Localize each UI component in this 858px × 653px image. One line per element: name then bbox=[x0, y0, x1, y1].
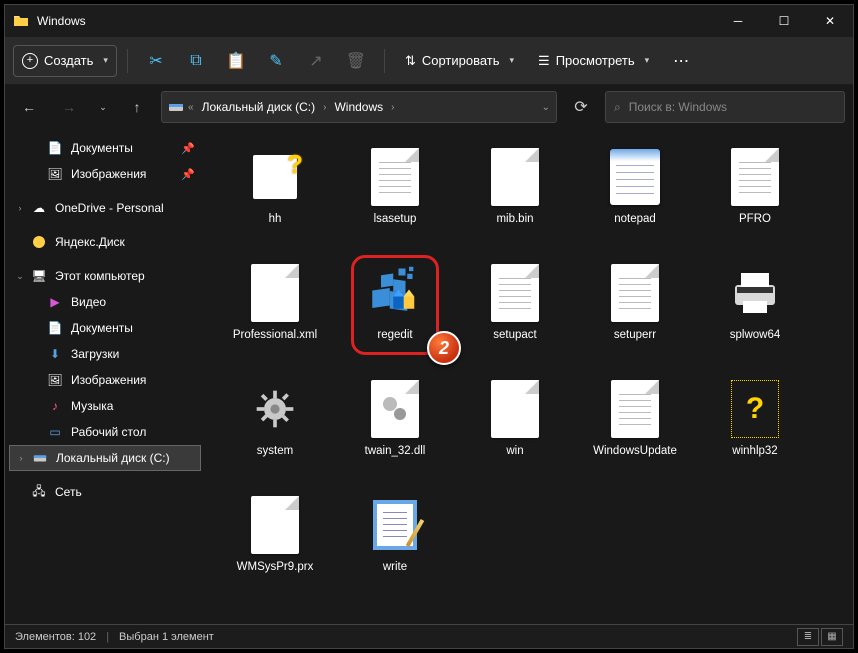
file-item-splwow64[interactable]: splwow64 bbox=[695, 255, 815, 371]
sidebar-yandexdisk[interactable]: Яндекс.Диск bbox=[5, 229, 205, 255]
search-icon: ⌕ bbox=[614, 100, 621, 115]
icons-view-button[interactable]: ▦ bbox=[821, 628, 843, 646]
rename-button[interactable]: ✎ bbox=[258, 45, 294, 77]
sidebar-thispc[interactable]: ⌄🖥Этот компьютер bbox=[5, 263, 205, 289]
selection-count: Выбран 1 элемент bbox=[119, 631, 214, 643]
path-dropdown[interactable]: ⌄ bbox=[542, 102, 550, 113]
gear-icon bbox=[253, 387, 297, 431]
file-icon bbox=[611, 264, 659, 322]
titlebar: Windows ─ ☐ ✕ bbox=[5, 5, 853, 37]
view-icon: ☰ bbox=[538, 53, 550, 69]
minimize-button[interactable]: ─ bbox=[715, 5, 761, 37]
folder-icon bbox=[13, 13, 29, 29]
printer-icon bbox=[729, 271, 781, 315]
copy-button[interactable]: ⧉ bbox=[178, 45, 214, 77]
sidebar-music[interactable]: ♪Музыка bbox=[5, 393, 205, 419]
file-item-mibbin[interactable]: mib.bin bbox=[455, 139, 575, 255]
sidebar-pictures2[interactable]: 🖼Изображения bbox=[5, 367, 205, 393]
up-button[interactable]: ↑ bbox=[121, 91, 153, 123]
status-bar: Элементов: 102 | Выбран 1 элемент ≣ ▦ bbox=[5, 624, 853, 648]
file-item-setuperr[interactable]: setuperr bbox=[575, 255, 695, 371]
sidebar-cdrive[interactable]: ›Локальный диск (C:) bbox=[9, 445, 201, 471]
file-icon bbox=[611, 380, 659, 438]
file-icon bbox=[371, 148, 419, 206]
file-item-wmsyspr9[interactable]: WMSysPr9.prx bbox=[215, 487, 335, 603]
more-button[interactable]: ⋯ bbox=[663, 45, 699, 77]
refresh-button[interactable]: ⟳ bbox=[565, 91, 597, 123]
dll-icon bbox=[371, 380, 419, 438]
sidebar-network[interactable]: 🖧Сеть bbox=[5, 479, 205, 505]
plus-icon: + bbox=[22, 53, 38, 69]
toolbar: + Создать ▾ ✂ ⧉ 📋 ✎ ↗ 🗑 ⇅ Сортировать ▾ … bbox=[5, 37, 853, 85]
file-item-setupact[interactable]: setupact bbox=[455, 255, 575, 371]
file-icon bbox=[491, 264, 539, 322]
cut-button[interactable]: ✂ bbox=[138, 45, 174, 77]
paste-button[interactable]: 📋 bbox=[218, 45, 254, 77]
file-item-hh[interactable]: ?hh bbox=[215, 139, 335, 255]
file-item-pfro[interactable]: PFRO bbox=[695, 139, 815, 255]
chevron-down-icon: ▾ bbox=[510, 55, 515, 66]
search-placeholder: Поиск в: Windows bbox=[629, 100, 727, 114]
sidebar-pictures[interactable]: 🖼Изображения📌 bbox=[5, 161, 205, 187]
item-count: Элементов: 102 bbox=[15, 631, 96, 643]
window-title: Windows bbox=[37, 14, 715, 28]
pin-icon: 📌 bbox=[181, 168, 195, 181]
recent-button[interactable]: ⌄ bbox=[93, 91, 113, 123]
forward-button[interactable]: → bbox=[53, 91, 85, 123]
sidebar-video[interactable]: ▶Видео bbox=[5, 289, 205, 315]
sort-icon: ⇅ bbox=[405, 53, 416, 69]
chevron-down-icon: ▾ bbox=[103, 55, 108, 66]
file-item-winhlp32[interactable]: ?winhlp32 bbox=[695, 371, 815, 487]
file-icon bbox=[491, 148, 539, 206]
sort-button[interactable]: ⇅ Сортировать ▾ bbox=[395, 45, 524, 77]
file-icon bbox=[731, 148, 779, 206]
help-file-icon: ? bbox=[253, 155, 297, 199]
drive-icon bbox=[168, 99, 184, 115]
sidebar-downloads[interactable]: ⬇Загрузки bbox=[5, 341, 205, 367]
winhlp-icon: ? bbox=[731, 380, 779, 438]
delete-button[interactable]: 🗑 bbox=[338, 45, 374, 77]
file-item-twain32[interactable]: twain_32.dll bbox=[335, 371, 455, 487]
file-item-write[interactable]: write bbox=[335, 487, 455, 603]
pin-icon: 📌 bbox=[181, 142, 195, 155]
file-icon bbox=[491, 380, 539, 438]
file-item-professionalxml[interactable]: Professional.xml bbox=[215, 255, 335, 371]
close-button[interactable]: ✕ bbox=[807, 5, 853, 37]
highlight-box bbox=[351, 255, 439, 355]
file-item-windowsupdate[interactable]: WindowsUpdate bbox=[575, 371, 695, 487]
share-button[interactable]: ↗ bbox=[298, 45, 334, 77]
path-seg-cdrive[interactable]: Локальный диск (C:) bbox=[198, 98, 320, 116]
sidebar-documents[interactable]: 📄Документы📌 bbox=[5, 135, 205, 161]
explorer-window: Windows ─ ☐ ✕ + Создать ▾ ✂ ⧉ 📋 ✎ ↗ 🗑 ⇅ … bbox=[4, 4, 854, 649]
path-seg-windows[interactable]: Windows bbox=[330, 98, 387, 116]
file-item-system[interactable]: system bbox=[215, 371, 335, 487]
chevron-down-icon: ▾ bbox=[645, 55, 650, 66]
path-box[interactable]: « Локальный диск (C:) › Windows › ⌄ bbox=[161, 91, 557, 123]
new-label: Создать bbox=[44, 53, 93, 68]
sidebar-documents2[interactable]: 📄Документы bbox=[5, 315, 205, 341]
nav-sidebar: 📄Документы📌 🖼Изображения📌 ›☁OneDrive - P… bbox=[5, 129, 205, 624]
maximize-button[interactable]: ☐ bbox=[761, 5, 807, 37]
notepad-icon bbox=[610, 149, 660, 205]
back-button[interactable]: ← bbox=[13, 91, 45, 123]
file-icon bbox=[251, 264, 299, 322]
sidebar-onedrive[interactable]: ›☁OneDrive - Personal bbox=[5, 195, 205, 221]
file-item-notepad[interactable]: notepad bbox=[575, 139, 695, 255]
file-item-regedit[interactable]: regedit 2 bbox=[335, 255, 455, 371]
file-list: ?hh lsasetup mib.bin notepad PFRO Profes… bbox=[205, 129, 853, 624]
search-input[interactable]: ⌕ Поиск в: Windows bbox=[605, 91, 845, 123]
wordpad-icon bbox=[373, 500, 417, 550]
address-bar: ← → ⌄ ↑ « Локальный диск (C:) › Windows … bbox=[5, 85, 853, 129]
details-view-button[interactable]: ≣ bbox=[797, 628, 819, 646]
file-item-win[interactable]: win bbox=[455, 371, 575, 487]
new-button[interactable]: + Создать ▾ bbox=[13, 45, 117, 77]
view-button[interactable]: ☰ Просмотреть ▾ bbox=[528, 45, 659, 77]
sidebar-desktop[interactable]: ▭Рабочий стол bbox=[5, 419, 205, 445]
file-item-lsasetup[interactable]: lsasetup bbox=[335, 139, 455, 255]
file-icon bbox=[251, 496, 299, 554]
